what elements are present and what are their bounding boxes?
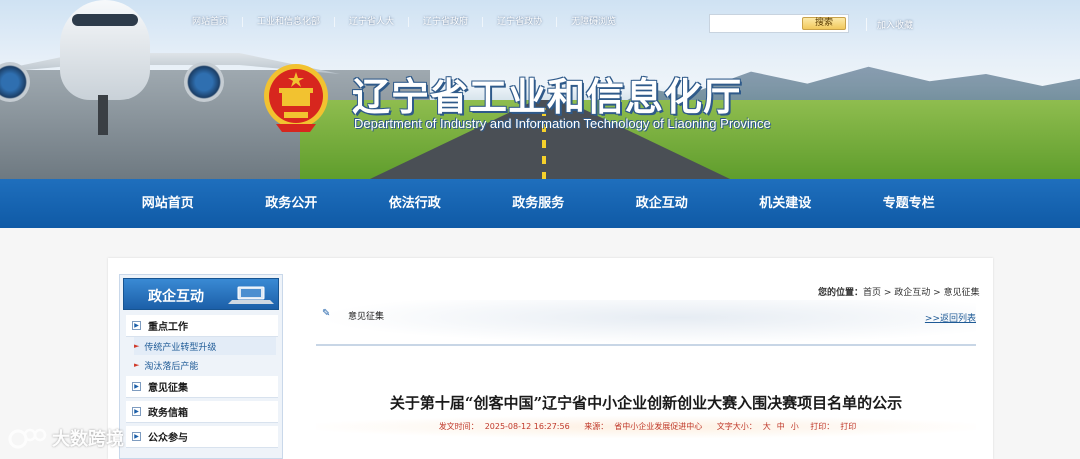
sidebar-subitem-industry-upgrade[interactable]: ► 传统产业转型升级 (134, 337, 276, 355)
bullet-icon: ▶ (132, 321, 141, 330)
arrow-right-icon: ► (134, 342, 140, 350)
top-link-government[interactable]: 辽宁省政府 (409, 17, 484, 27)
nav-item-services[interactable]: 政务服务 (477, 179, 601, 228)
sidebar-item-key-work[interactable]: ▶ 重点工作 (126, 315, 278, 337)
site-subtitle-english: Department of Industry and Information T… (354, 116, 771, 131)
sidebar-item-mailbox[interactable]: ▶ 政务信箱 (126, 401, 278, 423)
laptop-icon (228, 286, 274, 304)
watermark: 大数跨境 (8, 425, 124, 451)
meta-date: 发文时间： 2025-08-12 16:27:56 (436, 422, 573, 431)
meta-source-value: 省中小企业发展促进中心 (614, 422, 703, 431)
top-link-cppcc[interactable]: 辽宁省政协 (483, 17, 558, 27)
article-meta: 发文时间： 2025-08-12 16:27:56 来源： 省中小企业发展促进中心 … (316, 416, 976, 438)
top-links: 网站首页 工业和信息化部 辽宁省人大 辽宁省政府 辽宁省政协 无障碍浏览 (178, 14, 630, 30)
font-size-small-button[interactable]: 小 (791, 422, 799, 431)
bullet-icon: ▶ (132, 382, 141, 391)
nav-item-organization[interactable]: 机关建设 (724, 179, 848, 228)
banner-airplane-gear (98, 95, 108, 135)
meta-source: 来源： 省中小企业发展促进中心 (581, 422, 705, 431)
nav-item-home[interactable]: 网站首页 (106, 179, 230, 228)
sidebar-item-opinion-collection[interactable]: ▶ 意见征集 (126, 376, 278, 398)
print-button[interactable]: 打印 (840, 422, 856, 431)
breadcrumb-home[interactable]: 首页 (863, 288, 881, 298)
sidebar-item-label: 公众参与 (148, 433, 188, 444)
top-link-miit[interactable]: 工业和信息化部 (243, 17, 336, 27)
breadcrumb-interaction[interactable]: 政企互动 (894, 288, 930, 298)
article-title: 关于第十届“创客中国”辽宁省中小企业创新创业大赛入围决赛项目名单的公示 (389, 394, 903, 412)
watermark-logo-icon (8, 428, 47, 449)
sidebar-title: 政企互动 (148, 289, 204, 305)
sidebar-item-public-participation[interactable]: ▶ 公众参与 (126, 426, 278, 448)
main-navigation: 网站首页 政务公开 依法行政 政务服务 政企互动 机关建设 专题专栏 (0, 179, 1080, 228)
meta-font-size: 文字大小： 大中小 (714, 422, 802, 431)
header-banner: 网站首页 工业和信息化部 辽宁省人大 辽宁省政府 辽宁省政协 无障碍浏览 搜索 … (0, 0, 1080, 179)
document-icon: ✎ (322, 308, 331, 319)
nav-item-interaction[interactable]: 政企互动 (600, 179, 724, 228)
arrow-right-icon: ► (134, 361, 140, 369)
font-size-medium-button[interactable]: 中 (777, 422, 785, 431)
add-favorite-link[interactable]: 加入收藏 (866, 18, 913, 31)
sidebar-subitem-eliminate-capacity[interactable]: ► 淘汰落后产能 (134, 356, 276, 374)
sidebar-item-label: 重点工作 (148, 322, 188, 333)
meta-source-label: 来源： (584, 422, 609, 431)
breadcrumb-prefix: 您的位置： (818, 288, 864, 298)
banner-airplane-engine (184, 62, 224, 102)
back-to-list-link[interactable]: >>返回列表 (925, 311, 976, 324)
top-link-home[interactable]: 网站首页 (178, 17, 244, 27)
print-label: 打印： (810, 422, 835, 431)
national-emblem-icon (264, 64, 328, 132)
meta-font-size-label: 文字大小： (716, 422, 757, 431)
search-input[interactable] (712, 17, 800, 30)
font-size-large-button[interactable]: 大 (763, 422, 771, 431)
sidebar-header: 政企互动 (123, 278, 279, 310)
sidebar-subitem-label: 传统产业转型升级 (144, 342, 217, 353)
watermark-text: 大数跨境 (52, 429, 124, 450)
sidebar-item-label: 意见征集 (148, 383, 188, 394)
section-title: 意见征集 (348, 312, 385, 322)
search-box: 搜索 (709, 14, 849, 33)
site-title: 辽宁省工业和信息化厅 (352, 75, 743, 119)
sidebar-subitem-label: 淘汰落后产能 (144, 361, 199, 372)
bullet-icon: ▶ (132, 432, 141, 441)
breadcrumb-opinion-collection[interactable]: 意见征集 (944, 288, 980, 298)
top-link-npc[interactable]: 辽宁省人大 (335, 17, 410, 27)
top-link-accessibility[interactable]: 无障碍浏览 (557, 17, 630, 27)
section-header: ✎ 意见征集 >>返回列表 (316, 300, 976, 346)
bullet-icon: ▶ (132, 407, 141, 416)
breadcrumb: 您的位置：首页 > 政企互动 > 意见征集 (818, 285, 980, 298)
meta-date-label: 发文时间： (438, 422, 479, 431)
search-button[interactable]: 搜索 (802, 17, 846, 30)
nav-item-law-administration[interactable]: 依法行政 (353, 179, 477, 228)
meta-date-value: 2025-08-12 16:27:56 (484, 422, 570, 431)
nav-item-special-topics[interactable]: 专题专栏 (847, 179, 971, 228)
breadcrumb-separator: > (881, 288, 895, 298)
sidebar-item-label: 政务信箱 (148, 408, 188, 419)
breadcrumb-separator: > (930, 288, 944, 298)
banner-airplane-cockpit (72, 14, 138, 26)
sidebar: 政企互动 ▶ 重点工作 ► 传统产业转型升级 ► 淘汰落后产能 ▶ 意见征集 ▶… (119, 274, 283, 459)
nav-item-government-affairs[interactable]: 政务公开 (230, 179, 354, 228)
